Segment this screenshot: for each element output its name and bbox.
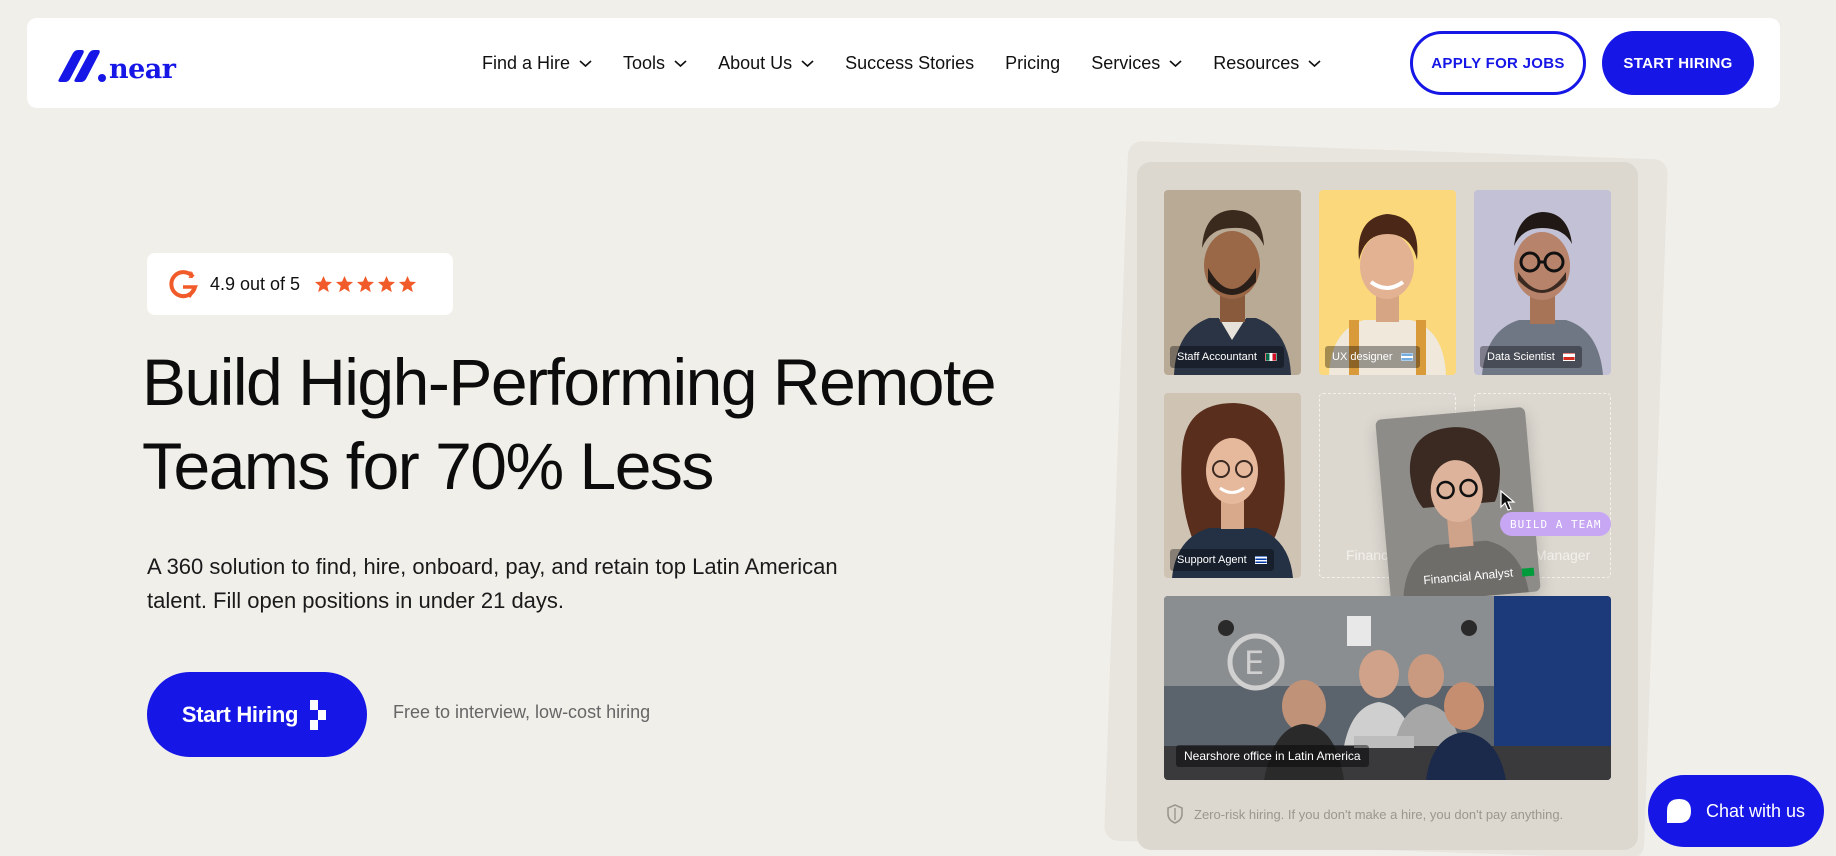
logo-wordmark: near	[109, 54, 176, 85]
zero-risk-text: Zero-risk hiring. If you don't make a hi…	[1194, 806, 1564, 822]
nav-item-about-us[interactable]: About Us	[718, 53, 814, 74]
chevron-down-icon	[579, 59, 592, 67]
top-nav-bar: near Find a Hire Tools About Us Success …	[27, 18, 1780, 108]
star-rating	[314, 275, 419, 294]
talent-card-data-scientist: Data Scientist	[1474, 190, 1611, 375]
shield-icon	[1167, 804, 1183, 824]
nav-menu: Find a Hire Tools About Us Success Stori…	[482, 18, 1352, 108]
build-a-team-badge: BUILD A TEAM	[1500, 512, 1612, 536]
role-tag: Data Scientist	[1480, 346, 1582, 368]
mouse-cursor-icon	[1500, 490, 1516, 511]
talent-card-ux-designer: UX designer	[1319, 190, 1456, 375]
nav-label: Resources	[1213, 52, 1300, 73]
talent-card-support-agent: Support Agent	[1164, 393, 1301, 578]
rating-text: 4.9 out of 5	[210, 273, 301, 294]
nav-item-tools[interactable]: Tools	[623, 53, 687, 74]
star-icon	[315, 275, 333, 292]
chevron-down-icon	[1308, 59, 1321, 67]
role-label: Support Agent	[1177, 554, 1247, 566]
uruguay-flag-icon	[1254, 556, 1267, 564]
near-logo[interactable]: near	[57, 46, 176, 85]
role-label: Data Scientist	[1487, 351, 1555, 363]
headline-line-2: Teams for 70% Less	[142, 429, 714, 503]
role-tag: UX designer	[1325, 346, 1420, 368]
brazil-flag-icon	[1522, 567, 1535, 577]
svg-text:E: E	[1244, 644, 1264, 682]
nav-label: Find a Hire	[482, 52, 571, 73]
nav-label: Pricing	[1005, 52, 1061, 73]
star-icon	[336, 275, 354, 292]
hero-headline: Build High-Performing Remote Teams for 7…	[142, 340, 1042, 508]
chevron-down-icon	[1169, 59, 1182, 67]
nav-label: Success Stories	[845, 52, 975, 73]
subtext-line-2: talent. Fill open positions in under 21 …	[147, 588, 565, 613]
role-label: Staff Accountant	[1177, 351, 1257, 363]
near-logo-mark-icon	[58, 49, 106, 82]
chevron-down-icon	[801, 59, 814, 67]
nav-label: About Us	[718, 52, 793, 73]
role-tag: Staff Accountant	[1170, 346, 1284, 368]
office-caption: Nearshore office in Latin America	[1176, 745, 1369, 767]
star-icon	[357, 275, 375, 292]
nav-item-pricing[interactable]: Pricing	[1005, 53, 1060, 74]
subtext-line-1: A 360 solution to find, hire, onboard, p…	[147, 554, 838, 579]
svg-text:2: 2	[188, 271, 194, 281]
pixel-arrow-icon	[310, 699, 327, 730]
star-icon	[378, 275, 396, 292]
chile-flag-icon	[1562, 353, 1575, 361]
role-label: UX designer	[1332, 351, 1393, 363]
nav-item-find-a-hire[interactable]: Find a Hire	[482, 53, 592, 74]
start-hiring-hero-button[interactable]: Start Hiring	[147, 672, 367, 757]
chat-bubble-icon	[1667, 799, 1691, 823]
mexico-flag-icon	[1264, 353, 1277, 361]
chat-label: Chat with us	[1706, 800, 1806, 821]
g2-rating-badge: 2 4.9 out of 5	[147, 253, 453, 315]
zero-risk-note: Zero-risk hiring. If you don't make a hi…	[1166, 804, 1563, 824]
chat-with-us-button[interactable]: Chat with us	[1648, 775, 1824, 847]
nav-label: Tools	[623, 52, 666, 73]
g2-logo-icon: 2	[169, 270, 199, 299]
start-hiring-nav-button[interactable]: START HIRING	[1602, 31, 1754, 95]
star-icon	[399, 275, 417, 292]
nav-item-resources[interactable]: Resources	[1213, 53, 1321, 74]
role-tag: Support Agent	[1170, 549, 1274, 571]
headline-line-1: Build High-Performing Remote	[142, 345, 997, 419]
talent-card-staff-accountant: Staff Accountant	[1164, 190, 1301, 375]
nav-label: Services	[1091, 52, 1161, 73]
nav-item-success-stories[interactable]: Success Stories	[845, 53, 974, 74]
nav-item-services[interactable]: Services	[1091, 53, 1182, 74]
apply-for-jobs-button[interactable]: APPLY FOR JOBS	[1410, 31, 1586, 95]
placeholder-label: Manager	[1535, 547, 1591, 563]
hero-subtext: A 360 solution to find, hire, onboard, p…	[147, 550, 867, 618]
argentina-flag-icon	[1400, 353, 1413, 361]
hero-cta-label: Start Hiring	[181, 701, 299, 727]
hero-cta-note: Free to interview, low-cost hiring	[393, 702, 651, 722]
chevron-down-icon	[674, 59, 687, 67]
